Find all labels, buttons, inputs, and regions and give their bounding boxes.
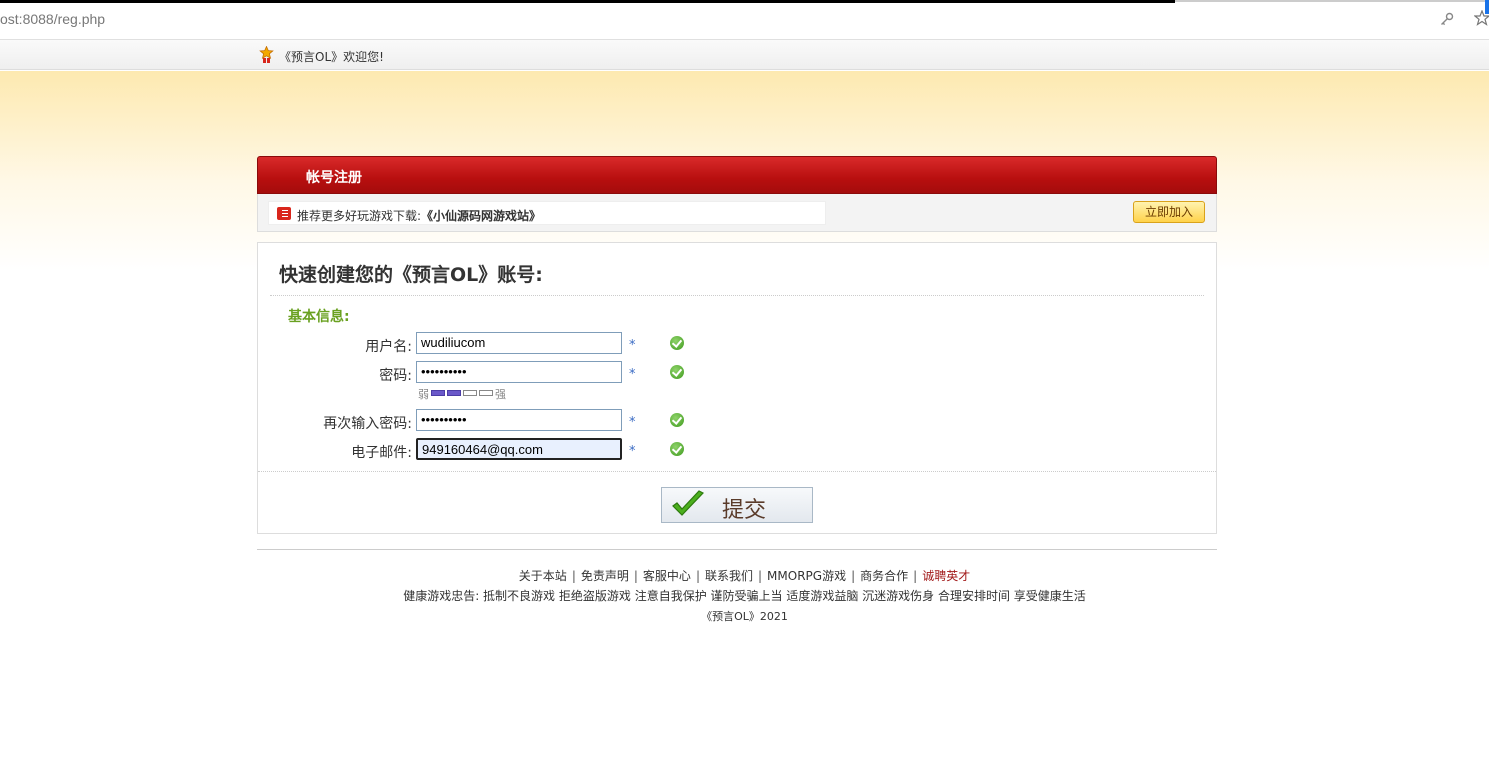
footer-divider (257, 549, 1217, 550)
check-ok-icon (670, 442, 684, 456)
password-label: 密码: (379, 368, 412, 384)
submit-label: 提交 (722, 498, 767, 523)
password-input[interactable]: •••••••••• (416, 361, 622, 383)
strength-bar (463, 390, 477, 396)
medal-icon (259, 45, 274, 63)
separator: | (913, 569, 918, 583)
welcome-text: 《预言OL》欢迎您! (279, 50, 384, 64)
url-field[interactable]: ost:8088/reg.php (0, 11, 105, 27)
key-icon[interactable] (1440, 12, 1456, 28)
site-top-bar: 《预言OL》欢迎您! (0, 40, 1489, 70)
register-header: 帐号注册 (257, 156, 1217, 194)
recommend-link[interactable]: 《小仙源码网游戏站》 (421, 209, 541, 223)
form-heading: 快速创建您的《预言OL》账号: (279, 264, 543, 286)
strength-bar (447, 390, 461, 396)
required-mark: * (629, 444, 636, 459)
scroll-indicator (1485, 0, 1489, 14)
browser-address-bar: ost:8088/reg.php (0, 0, 1489, 40)
required-mark: * (629, 338, 636, 353)
form-divider (258, 471, 1216, 472)
username-label: 用户名: (365, 339, 412, 355)
footer-link-mmorpg[interactable]: MMORPG游戏 (767, 569, 846, 583)
strength-strong-label: 强 (495, 388, 506, 401)
required-mark: * (629, 367, 636, 382)
strength-bar (431, 390, 445, 396)
footer-link-disclaimer[interactable]: 免责声明 (581, 569, 629, 583)
section-title: 基本信息: (288, 309, 350, 325)
required-mark: * (629, 415, 636, 430)
recommend-strip: 推荐更多好玩游戏下载:《小仙源码网游戏站》 立即加入 (257, 194, 1217, 232)
separator: | (851, 569, 856, 583)
join-now-button[interactable]: 立即加入 (1133, 201, 1205, 223)
check-ok-icon (670, 365, 684, 379)
confirm-password-row: 再次输入密码: •••••••••• * (258, 409, 1218, 433)
strength-weak-label: 弱 (418, 388, 429, 401)
news-icon (277, 207, 291, 220)
separator: | (695, 569, 700, 583)
strength-bar (479, 390, 493, 396)
checkmark-icon (670, 490, 706, 520)
tab-strip-edge-right (1175, 0, 1489, 2)
register-title: 帐号注册 (306, 170, 362, 186)
footer-links: 关于本站 | 免责声明 | 客服中心 | 联系我们 | MMORPG游戏 | 商务合作 | 诚聘英才 (0, 567, 1489, 584)
footer-link-about[interactable]: 关于本站 (519, 569, 567, 583)
email-label: 电子邮件: (351, 445, 412, 461)
footer-link-service[interactable]: 客服中心 (643, 569, 691, 583)
separator: | (758, 569, 763, 583)
recommend-box: 推荐更多好玩游戏下载:《小仙源码网游戏站》 (268, 201, 826, 225)
copyright: 《预言OL》2021 (701, 610, 788, 623)
footer-link-business[interactable]: 商务合作 (860, 569, 908, 583)
heading-divider (270, 295, 1204, 296)
username-row: 用户名: wudiliucom * (258, 332, 1218, 356)
email-row: 电子邮件: 949160464@qq.com * (258, 438, 1218, 462)
submit-button[interactable]: 提交 (661, 487, 813, 523)
check-ok-icon (670, 413, 684, 427)
password-row: 密码: •••••••••• * (258, 361, 1218, 385)
register-form: 快速创建您的《预言OL》账号: 基本信息: 用户名: wudiliucom * … (257, 242, 1217, 534)
check-ok-icon (670, 336, 684, 350)
footer-link-jobs[interactable]: 诚聘英才 (922, 569, 970, 583)
username-input[interactable]: wudiliucom (416, 332, 622, 354)
footer-link-contact[interactable]: 联系我们 (705, 569, 753, 583)
confirm-password-input[interactable]: •••••••••• (416, 409, 622, 431)
tab-strip-edge (0, 0, 1175, 3)
recommend-prefix: 推荐更多好玩游戏下载: (297, 209, 422, 223)
recommend-text: 推荐更多好玩游戏下载:《小仙源码网游戏站》 (297, 207, 541, 224)
separator: | (571, 569, 576, 583)
confirm-password-label: 再次输入密码: (323, 416, 412, 432)
health-advice: 健康游戏忠告: 抵制不良游戏 拒绝盗版游戏 注意自我保护 谨防受骗上当 适度游戏… (403, 589, 1086, 603)
email-input[interactable]: 949160464@qq.com (416, 438, 622, 460)
separator: | (633, 569, 638, 583)
